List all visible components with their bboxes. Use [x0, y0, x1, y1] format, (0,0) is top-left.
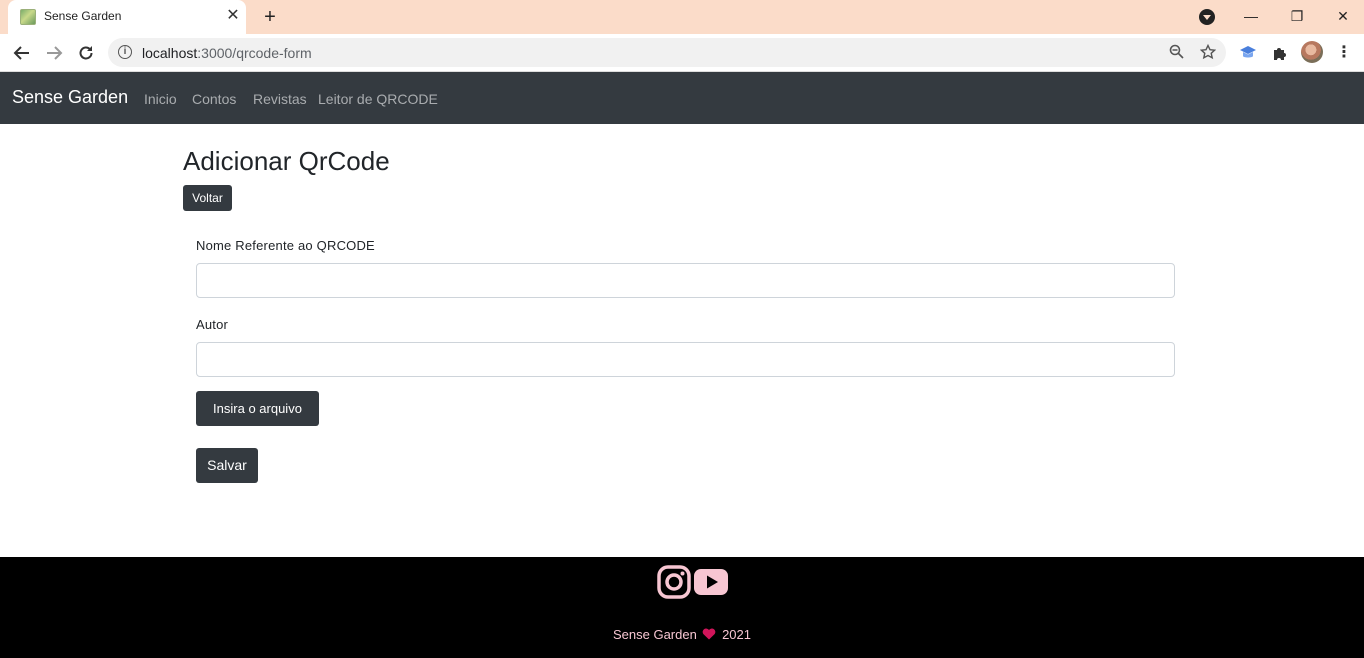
site-info-icon[interactable]: i — [118, 45, 132, 59]
nav-link-leitor-qrcode[interactable]: Leitor de QRCODE — [318, 91, 438, 107]
heart-icon — [703, 628, 716, 640]
restore-icon[interactable]: ❐ — [1283, 4, 1311, 28]
nav-link-revistas[interactable]: Revistas — [253, 91, 307, 107]
youtube-icon[interactable] — [694, 565, 728, 599]
site-footer: Sense Garden 2021 — [0, 557, 1364, 658]
browser-menu-icon[interactable]: ⋮ — [1334, 41, 1354, 65]
page-title: Adicionar QrCode — [183, 146, 390, 176]
qrcode-name-input[interactable] — [196, 263, 1175, 298]
browser-toolbar: i localhost:3000/qrcode-form ⋮ — [0, 34, 1364, 72]
nav-link-inicio[interactable]: Inicio — [144, 91, 177, 107]
forward-arrow-icon[interactable] — [42, 41, 66, 65]
author-label: Autor — [196, 317, 229, 332]
new-tab-icon[interactable]: + — [259, 6, 281, 28]
tab-title: Sense Garden — [44, 9, 122, 23]
profile-avatar[interactable] — [1301, 41, 1323, 63]
footer-credit: Sense Garden 2021 — [0, 627, 1364, 642]
qrcode-name-label: Nome Referente ao QRCODE — [196, 238, 375, 253]
tab-search-icon[interactable] — [1199, 9, 1215, 25]
favicon-icon — [20, 9, 36, 25]
address-bar[interactable]: i localhost:3000/qrcode-form — [108, 38, 1226, 67]
author-input[interactable] — [196, 342, 1175, 377]
file-upload-button[interactable]: Insira o arquivo — [196, 391, 319, 426]
window-close-icon[interactable]: ✕ — [1329, 4, 1357, 28]
back-arrow-icon[interactable] — [10, 41, 34, 65]
footer-brand: Sense Garden — [612, 627, 697, 642]
zoom-icon[interactable] — [1166, 42, 1186, 62]
extension-cap-icon[interactable] — [1236, 41, 1260, 65]
save-button[interactable]: Salvar — [196, 448, 258, 483]
reload-icon[interactable] — [74, 41, 98, 65]
bookmark-star-icon[interactable] — [1198, 42, 1218, 62]
extensions-puzzle-icon[interactable] — [1268, 41, 1292, 65]
navbar-brand[interactable]: Sense Garden — [12, 87, 128, 108]
nav-link-contos[interactable]: Contos — [192, 91, 236, 107]
instagram-icon[interactable] — [657, 565, 691, 599]
url-text: localhost:3000/qrcode-form — [142, 45, 312, 61]
site-navbar: Sense Garden Inicio Contos Revistas Leit… — [0, 72, 1364, 124]
back-button[interactable]: Voltar — [183, 185, 232, 211]
footer-year: 2021 — [722, 627, 751, 642]
browser-tabstrip: Sense Garden ✕ + — ❐ ✕ — [0, 0, 1364, 34]
minimize-icon[interactable]: — — [1237, 4, 1265, 28]
browser-tab[interactable]: Sense Garden ✕ — [8, 0, 246, 34]
tab-close-icon[interactable]: ✕ — [224, 7, 242, 25]
